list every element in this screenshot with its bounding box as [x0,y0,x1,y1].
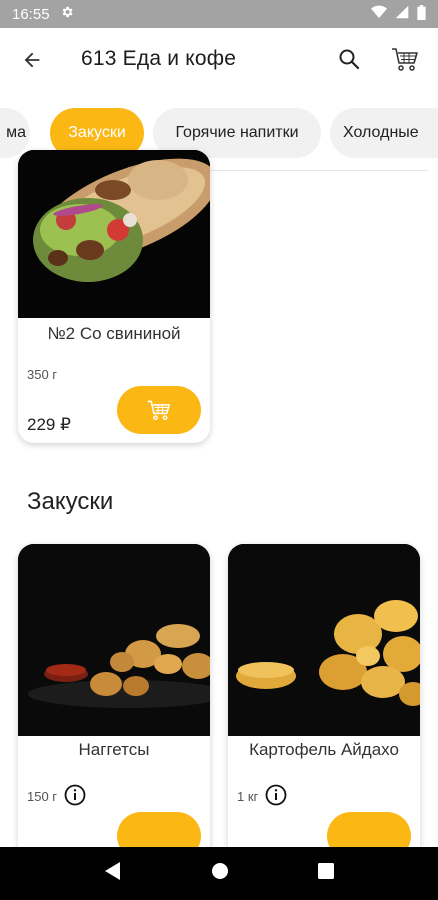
nav-home-button[interactable] [211,862,229,885]
battery-icon [417,4,426,24]
product-image-nuggets [18,544,210,736]
triangle-back-icon [105,862,121,880]
product-name: Картофель Айдахо [249,740,399,759]
product-name: Наггетсы [78,740,150,759]
weight-label: 350 г [27,367,58,382]
add-to-cart-button[interactable] [117,386,201,434]
tab-label: Закуски [68,124,126,141]
product-card[interactable]: №2 Со свининой 350 г 229 ₽ [18,150,210,443]
product-weight: 1 кг [237,784,287,809]
back-button[interactable] [18,46,46,74]
gear-icon [60,5,74,23]
cart-icon [147,400,171,421]
product-image-potato [228,544,420,736]
product-weight: 350 г [27,367,57,382]
wifi-icon [371,5,387,23]
product-price: 229 ₽ [27,415,71,434]
info-icon[interactable] [64,784,86,809]
product-name: №2 Со свининой [47,324,181,343]
signal-icon [395,5,409,23]
tab-label: Холодные [343,124,419,141]
nav-recents-button[interactable] [317,863,334,884]
product-image-shawarma [18,150,210,318]
app-screen: 16:55 613 Еда и кофе ма Закуски Горячие … [0,0,438,900]
weight-label: 150 г [27,789,58,804]
search-button[interactable] [334,44,364,74]
page-title: 613 Еда и кофе [81,47,237,70]
tab-cold-drinks[interactable]: Холодные [330,108,438,158]
product-weight: 150 г [27,784,86,809]
info-icon[interactable] [265,784,287,809]
square-recents-icon [317,863,334,879]
arrow-left-icon [24,52,40,68]
tab-label: Горячие напитки [175,124,299,141]
nav-back-button[interactable] [104,861,122,886]
tab-label: ма [6,124,26,141]
product-card[interactable]: Картофель Айдахо 1 кг [228,544,420,874]
app-bar: 613 Еда и кофе [0,28,438,92]
circle-home-icon [211,863,228,879]
weight-label: 1 кг [237,789,259,804]
status-bar: 16:55 [0,0,438,28]
search-icon [339,49,360,70]
status-time: 16:55 [12,5,50,23]
cart-icon [392,48,418,71]
section-title: Закуски [27,488,114,515]
cart-button[interactable] [388,42,422,76]
product-card[interactable]: Наггетсы 150 г [18,544,210,874]
system-nav-bar [0,847,438,900]
